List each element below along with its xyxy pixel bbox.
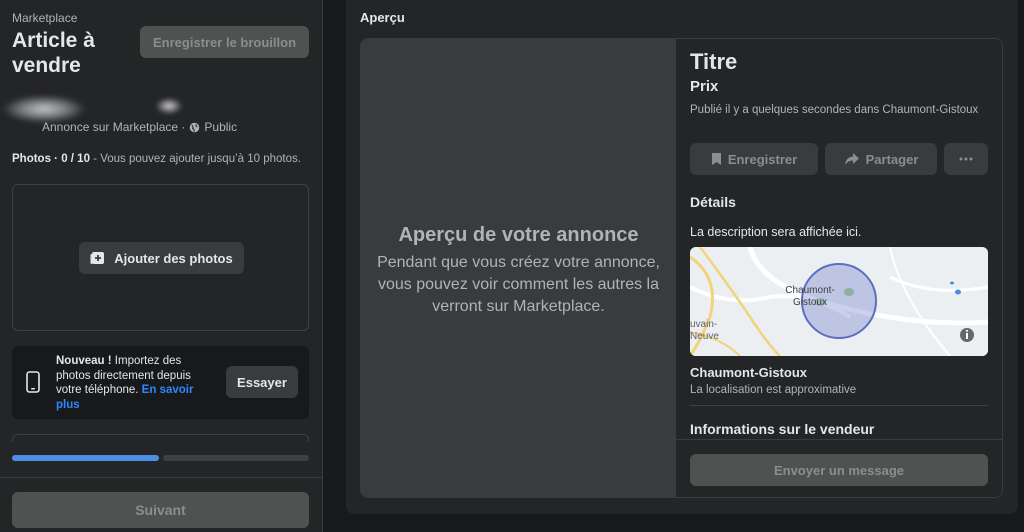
page-title: Article à vendre [12,29,95,77]
map-place-label: Chaumont- Gistoux [780,285,840,309]
photos-hint: - Vous pouvez ajouter jusqu’à 10 photos. [89,153,301,165]
preview-image-subtitle: Pendant que vous créez votre annonce, vo… [377,254,660,315]
share-icon [844,153,859,165]
progress-step-1 [12,455,159,461]
share-label: Partager [865,151,919,167]
photos-label: Photos · 0 / 10 - Vous pouvez ajouter ju… [12,152,302,166]
next-section-box [12,434,309,442]
preview-frame: Aperçu de votre annonce Pendant que vous… [360,38,1003,498]
action-buttons: Enregistrer Partager [690,143,988,175]
preview-panel: Aperçu Aperçu de votre annonce Pendant q… [346,0,1018,514]
phone-icon [26,371,40,393]
seller-heading: Informations sur le vendeur [690,421,875,437]
location-map[interactable]: Chaumont- Gistoux uvain- Neuve [690,247,988,356]
map-place-line2: Gistoux [793,297,827,308]
footer-divider [0,477,323,478]
details-heading: Détails [690,194,736,210]
add-photos-button[interactable]: Ajouter des photos [79,242,244,274]
listing-meta-text: Annonce sur Marketplace · [42,120,186,134]
info-icon[interactable] [960,328,974,342]
map-town-line2: Neuve [690,331,719,342]
location-name: Chaumont-Gistoux [690,365,807,380]
add-photos-label: Ajouter des photos [114,250,233,266]
preview-image-area: Aperçu de votre annonce Pendant que vous… [361,39,676,497]
photos-count: Photos · 0 / 10 [12,153,90,165]
message-bar: Envoyer un message [676,439,1002,497]
map-town-line1: uvain- [690,319,718,330]
breadcrumb[interactable]: Marketplace [12,11,77,25]
details-divider [690,405,988,406]
preview-details: Titre Prix Publié il y a quelques second… [676,39,1002,497]
item-price: Prix [690,78,719,95]
user-name-blur [156,98,182,114]
item-title: Titre [690,49,738,74]
description-placeholder: La description sera affichée ici. [690,225,862,239]
listing-meta: Annonce sur Marketplace · Public [42,120,237,134]
share-button[interactable]: Partager [825,143,937,175]
progress-step-2 [162,455,309,461]
right-gutter [1018,0,1024,532]
more-options-button[interactable] [944,143,988,175]
save-item-button[interactable]: Enregistrer [690,143,818,175]
import-promo: Nouveau ! Importez des photos directemen… [12,346,309,419]
promo-new-label: Nouveau ! [56,355,112,367]
preview-image-title: Aperçu de votre annonce [398,224,639,246]
globe-icon [190,122,200,132]
save-draft-button[interactable]: Enregistrer le brouillon [140,26,309,58]
photo-dropzone[interactable]: Ajouter des photos [12,184,309,331]
next-button[interactable]: Suivant [12,492,309,528]
map-town-cut: uvain- Neuve [690,319,719,343]
promo-text: Nouveau ! Importez des photos directemen… [56,354,216,412]
visibility-label[interactable]: Public [204,120,237,134]
try-button[interactable]: Essayer [226,366,298,398]
preview-heading: Aperçu [360,10,405,25]
more-icon [959,157,973,161]
avatar [4,96,84,122]
map-place-line1: Chaumont- [785,285,835,296]
published-info: Publié il y a quelques secondes dans Cha… [690,104,979,116]
send-message-button[interactable]: Envoyer un message [690,454,988,486]
bookmark-icon [711,153,721,165]
add-photo-icon [90,252,105,264]
sidebar: Marketplace Article à vendre Enregistrer… [0,0,323,532]
save-item-label: Enregistrer [727,151,798,167]
progress-bar [12,455,309,461]
location-note: La localisation est approximative [690,384,857,396]
